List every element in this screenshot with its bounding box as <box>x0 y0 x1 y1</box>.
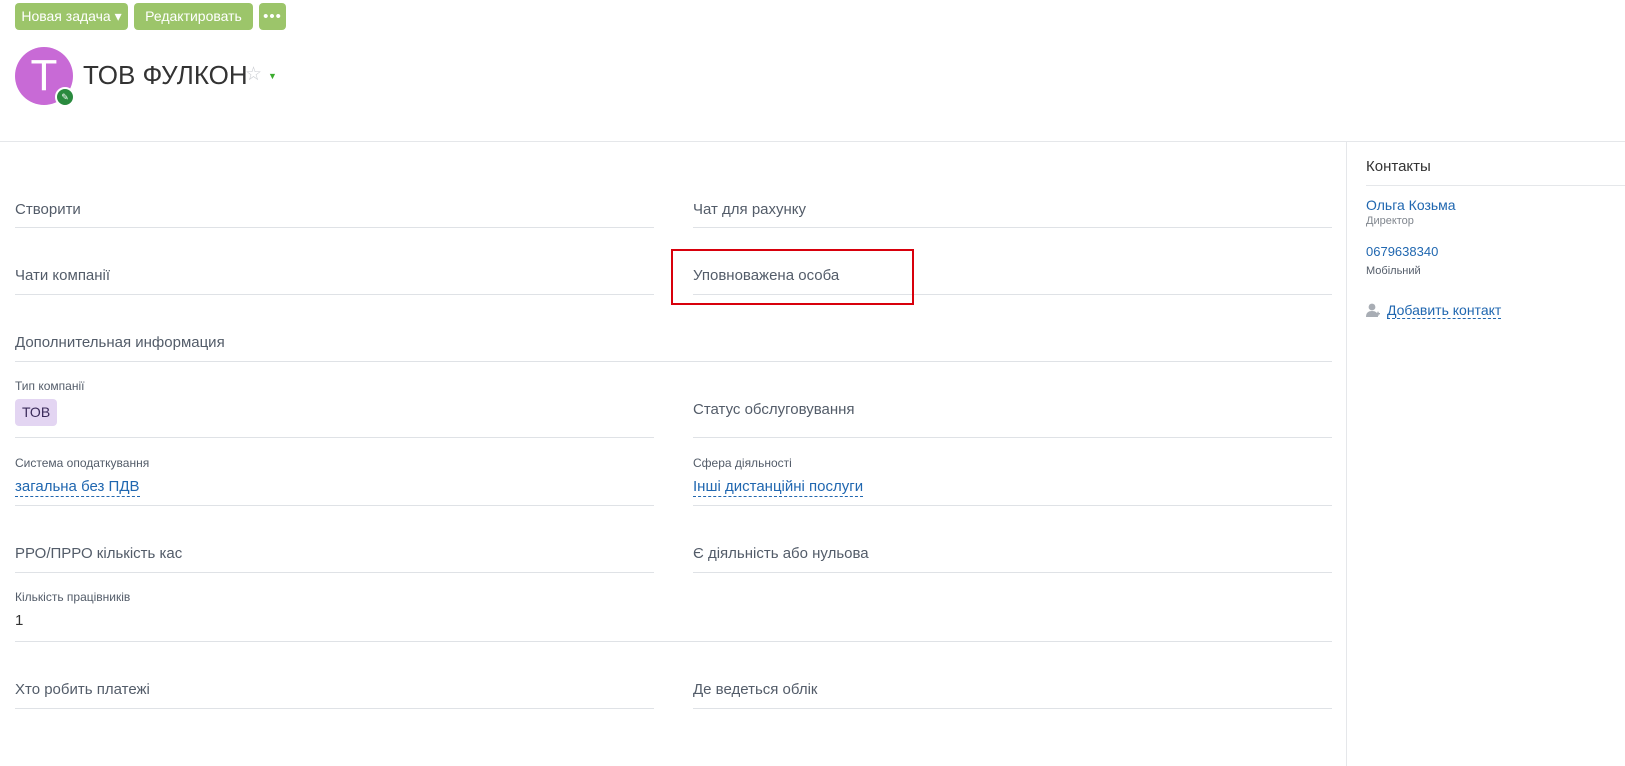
tax-system-value[interactable]: загальна без ПДВ <box>15 478 140 497</box>
field-divider <box>15 708 654 709</box>
field-who-pays[interactable]: Хто робить платежі <box>15 681 150 698</box>
field-accounting-place[interactable]: Де ведеться облік <box>693 681 817 698</box>
contact-position: Директор <box>1366 215 1414 227</box>
contacts-heading: Контакты <box>1366 158 1431 175</box>
field-divider <box>693 505 1332 506</box>
company-type-label: Тип компанії <box>15 379 85 393</box>
company-type-tag[interactable]: ТОВ <box>15 399 58 426</box>
field-create[interactable]: Створити <box>15 201 81 218</box>
sidebar-divider <box>1346 142 1347 766</box>
edit-button[interactable]: Редактировать <box>134 3 253 30</box>
field-divider <box>15 505 654 506</box>
edit-avatar-icon[interactable]: ✎ <box>55 87 75 107</box>
contacts-divider <box>1366 185 1625 186</box>
more-button[interactable]: ••• <box>259 3 286 30</box>
user-add-icon <box>1366 303 1380 317</box>
page-title: ТОВ ФУЛКОН <box>83 60 248 90</box>
add-contact-link[interactable]: Добавить контакт <box>1387 302 1502 319</box>
employees-label: Кількість працівників <box>15 590 131 604</box>
contact-name-link[interactable]: Ольга Козьма <box>1366 197 1456 213</box>
activity-sphere-label: Сфера діяльності <box>693 456 792 470</box>
field-service-status[interactable]: Статус обслуговування <box>693 401 855 418</box>
field-divider <box>15 641 1332 642</box>
field-divider <box>693 227 1332 228</box>
field-divider <box>693 437 1332 438</box>
field-activity-or-zero[interactable]: Є діяльність або нульова <box>693 545 869 562</box>
tax-system-label: Система оподаткування <box>15 456 150 470</box>
contact-phone-type: Мобільний <box>1366 265 1421 277</box>
field-invoice-chat[interactable]: Чат для рахунку <box>693 201 806 218</box>
chevron-down-icon[interactable]: ▼ <box>268 68 277 84</box>
field-cash-registers[interactable]: РРО/ПРРО кількість кас <box>15 545 182 562</box>
section-additional-info: Дополнительная информация <box>15 334 225 351</box>
field-divider <box>15 227 654 228</box>
field-company-chats[interactable]: Чати компанії <box>15 267 110 284</box>
field-divider <box>15 294 654 295</box>
field-divider <box>693 708 1332 709</box>
new-task-button[interactable]: Новая задача ▾ <box>15 3 128 30</box>
field-divider <box>15 437 654 438</box>
field-divider <box>693 572 1332 573</box>
field-divider <box>15 572 654 573</box>
star-icon[interactable]: ☆ <box>245 64 262 86</box>
contact-phone-link[interactable]: 0679638340 <box>1366 244 1438 259</box>
header-divider <box>0 141 1625 142</box>
activity-sphere-value[interactable]: Інші дистанційні послуги <box>693 478 864 497</box>
employees-value[interactable]: 1 <box>15 612 23 629</box>
section-divider <box>15 361 1332 362</box>
highlight-box <box>671 249 914 305</box>
